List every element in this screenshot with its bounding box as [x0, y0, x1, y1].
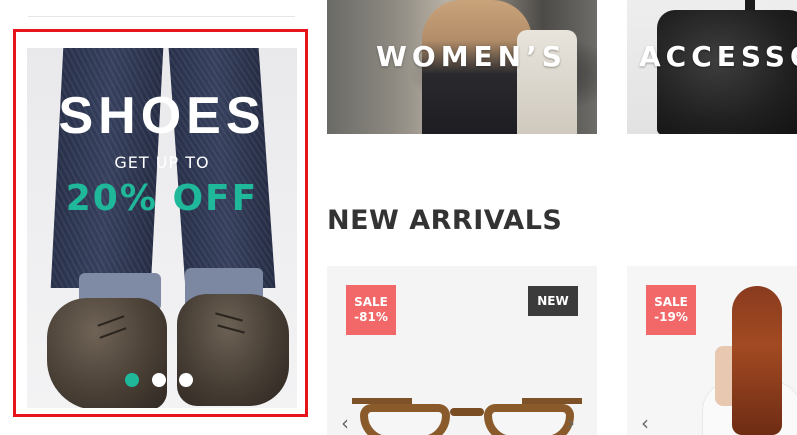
promo-discount: 20% OFF [65, 178, 259, 219]
sale-badge-value: -19% [654, 310, 688, 324]
sidebar-divider [28, 16, 295, 17]
new-arrivals-heading: NEW ARRIVALS [327, 205, 563, 236]
boot-left-image [47, 298, 167, 408]
glasses-lens-left [360, 404, 450, 435]
glasses-bridge [450, 408, 484, 416]
promo-subtitle: GET UP TO [114, 153, 210, 172]
slider-dot-3[interactable] [179, 373, 193, 387]
promo-title: SHOES [58, 87, 266, 145]
chevron-left-icon[interactable]: ‹ [641, 413, 655, 433]
boot-right-image [177, 294, 289, 406]
sale-badge: SALE -19% [646, 285, 696, 335]
category-label: ACCESSO [639, 40, 797, 73]
slider-dot-2[interactable] [152, 373, 166, 387]
glasses-lens-right [484, 404, 574, 435]
category-accessories-tile[interactable]: ACCESSO [627, 0, 797, 134]
sale-badge-label: SALE [354, 295, 388, 309]
model-hair-image [732, 286, 782, 435]
chevron-right-icon[interactable]: › [567, 413, 581, 433]
sale-badge-value: -81% [354, 310, 388, 324]
product-card[interactable]: SALE -19% ‹ [627, 266, 797, 435]
chevron-left-icon[interactable]: ‹ [341, 413, 355, 433]
sale-badge: SALE -81% [346, 285, 396, 335]
new-badge: NEW [528, 286, 578, 316]
shoes-promo-banner[interactable]: SHOES GET UP TO 20% OFF [27, 48, 297, 408]
category-womens-tile[interactable]: WOMEN’S [327, 0, 597, 134]
sunglasses-product-image [352, 394, 582, 435]
category-label: WOMEN’S [376, 40, 567, 73]
slider-dot-1[interactable] [125, 373, 139, 387]
product-card[interactable]: SALE -81% NEW ‹ › [327, 266, 597, 435]
sale-badge-label: SALE [654, 295, 688, 309]
